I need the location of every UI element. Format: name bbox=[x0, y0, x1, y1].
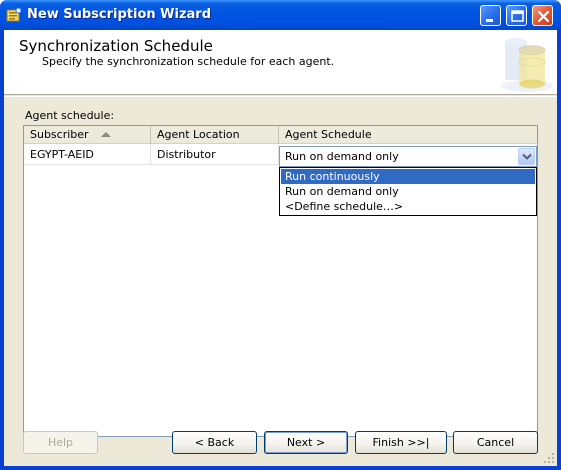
dropdown-option-define-schedule[interactable]: <Define schedule…> bbox=[281, 199, 535, 214]
dialog-body: Synchronization Schedule Specify the syn… bbox=[4, 30, 557, 466]
grid-header: Subscriber Agent Location Agent Schedule bbox=[24, 126, 537, 144]
sort-ascending-icon bbox=[101, 132, 111, 137]
cancel-button[interactable]: Cancel bbox=[453, 431, 538, 454]
wizard-window: New Subscription Wizard Synchronization … bbox=[0, 0, 561, 470]
window-title: New Subscription Wizard bbox=[27, 7, 212, 22]
dropdown-option-run-on-demand[interactable]: Run on demand only bbox=[281, 184, 535, 199]
back-button[interactable]: < Back bbox=[172, 431, 257, 454]
combobox-dropdown-button[interactable] bbox=[518, 148, 535, 165]
column-header-label: Agent Location bbox=[157, 128, 240, 141]
maximize-icon bbox=[511, 10, 524, 22]
column-header-subscriber[interactable]: Subscriber bbox=[24, 126, 151, 144]
next-button[interactable]: Next > bbox=[264, 431, 348, 454]
combobox-value: Run on demand only bbox=[285, 150, 399, 163]
database-banner-icon bbox=[501, 38, 553, 92]
agent-schedule-label: Agent schedule: bbox=[25, 109, 115, 122]
resize-grip-icon[interactable] bbox=[543, 452, 555, 464]
wizard-header: Synchronization Schedule Specify the syn… bbox=[4, 30, 557, 95]
title-bar[interactable]: New Subscription Wizard bbox=[0, 0, 561, 30]
column-header-agent-schedule[interactable]: Agent Schedule bbox=[279, 126, 537, 144]
agent-schedule-grid[interactable]: Subscriber Agent Location Agent Schedule… bbox=[23, 125, 538, 437]
column-header-label: Subscriber bbox=[30, 128, 89, 141]
column-header-label: Agent Schedule bbox=[285, 128, 372, 141]
header-divider bbox=[4, 96, 557, 97]
agent-location-cell: Distributor bbox=[151, 145, 279, 165]
minimize-icon bbox=[486, 19, 493, 22]
close-button[interactable] bbox=[532, 5, 553, 26]
maximize-button[interactable] bbox=[506, 5, 527, 26]
chevron-down-icon bbox=[522, 153, 532, 160]
dropdown-option-run-continuously[interactable]: Run continuously bbox=[281, 169, 535, 184]
schedule-dropdown-list: Run continuously Run on demand only <Def… bbox=[279, 167, 537, 216]
subscriber-cell: EGYPT-AEID bbox=[24, 145, 151, 165]
help-button[interactable]: Help bbox=[23, 431, 98, 454]
column-header-agent-location[interactable]: Agent Location bbox=[151, 126, 279, 144]
page-title: Synchronization Schedule bbox=[19, 37, 213, 55]
wizard-app-icon bbox=[6, 7, 22, 23]
close-icon bbox=[537, 10, 550, 23]
finish-button[interactable]: Finish >>| bbox=[355, 431, 447, 454]
page-subtitle: Specify the synchronization schedule for… bbox=[42, 55, 335, 68]
minimize-button[interactable] bbox=[480, 5, 501, 26]
agent-schedule-combobox[interactable]: Run on demand only bbox=[279, 146, 537, 167]
